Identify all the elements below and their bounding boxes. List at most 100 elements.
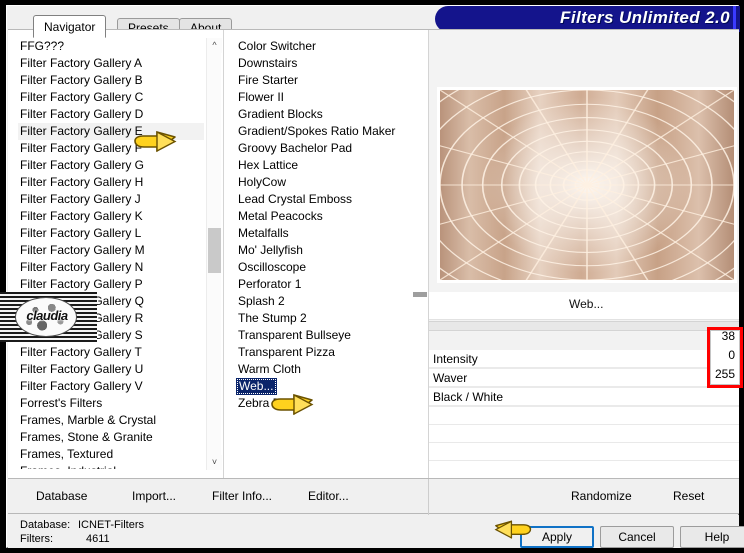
header-separator-bar: [429, 321, 739, 331]
list-item-label: Gradient Blocks: [238, 107, 323, 121]
parameter-value[interactable]: 0: [707, 346, 743, 365]
status-bar: Database: ICNET-Filters Filters: 4611 Ap…: [8, 515, 744, 548]
current-filter-name: Web...: [569, 297, 604, 311]
preview-frame: [437, 87, 737, 283]
list-item-label: Fire Starter: [238, 73, 299, 87]
list-item[interactable]: Filter Factory Gallery E: [18, 123, 204, 140]
list-item[interactable]: Frames, Textured: [18, 446, 204, 463]
import-button[interactable]: Import...: [132, 489, 176, 503]
status-database-key: Database:: [20, 519, 71, 531]
list-item[interactable]: Filter Factory Gallery L: [18, 225, 204, 242]
list-item[interactable]: Filter Factory Gallery P: [18, 276, 204, 293]
list-item[interactable]: Filter Factory Gallery J: [18, 191, 204, 208]
list-item[interactable]: Filter Factory Gallery D: [18, 106, 204, 123]
tab-navigator[interactable]: Navigator: [33, 15, 107, 38]
cancel-button[interactable]: Cancel: [600, 526, 674, 548]
list-item[interactable]: Perforator 1: [236, 276, 422, 293]
navigator-list[interactable]: FFG??? Filter Factory Gallery A Filter Fac…: [18, 38, 204, 470]
list-item[interactable]: Color Switcher: [236, 38, 422, 55]
reset-button-label: Reset: [673, 489, 705, 503]
list-item-label: Gradient/Spokes Ratio Maker: [238, 124, 396, 138]
scroll-down-icon[interactable]: ˅: [207, 455, 222, 470]
empty-slider-row: [429, 425, 739, 443]
tab-navigator-label: Navigator: [44, 20, 96, 34]
slider-label: Black / White: [433, 390, 504, 404]
list-item[interactable]: Frames, Stone & Granite: [18, 429, 204, 446]
empty-slider-row: [429, 461, 739, 479]
editor-button-label: Editor...: [308, 489, 349, 503]
list-item[interactable]: Filter Factory Gallery U: [18, 361, 204, 378]
apply-button-label: Apply: [541, 530, 573, 544]
list-item[interactable]: Filter Factory Gallery F: [18, 140, 204, 157]
current-filter-header: Web...: [429, 292, 739, 320]
help-button[interactable]: Help: [680, 526, 744, 548]
parameter-value-column: 38 0 255: [707, 327, 743, 388]
list-item[interactable]: Filter Factory Gallery A: [18, 55, 204, 72]
list-item[interactable]: Metal Peacocks: [236, 208, 422, 225]
list-item-label: Zebra Fan: [238, 396, 294, 410]
editor-button[interactable]: Editor...: [308, 489, 349, 503]
list-item[interactable]: Downstairs: [236, 55, 422, 72]
list-item[interactable]: Frames, Marble & Crystal: [18, 412, 204, 429]
cancel-button-label: Cancel: [618, 530, 656, 544]
list-item[interactable]: Gradient/Spokes Ratio Maker: [236, 123, 422, 140]
list-item[interactable]: Groovy Bachelor Pad: [236, 140, 422, 157]
list-item-label: Oscilloscope: [238, 260, 307, 274]
slider-row[interactable]: Waver: [429, 369, 739, 388]
list-item[interactable]: Filter Factory Gallery G: [18, 157, 204, 174]
list-item[interactable]: Filter Factory Gallery V: [18, 378, 204, 395]
list-item[interactable]: Zebra Fan: [236, 395, 422, 412]
panel-divider-left: [223, 30, 224, 479]
list-item[interactable]: Mo' Jellyfish: [236, 242, 422, 259]
list-item[interactable]: Filter Factory Gallery K: [18, 208, 204, 225]
filters-unlimited-window: Filters Unlimited 2.0 Navigator Presets …: [0, 0, 744, 553]
list-item[interactable]: Filter Factory Gallery N: [18, 259, 204, 276]
filter-list-scroll-nub[interactable]: [413, 292, 427, 297]
parameter-value[interactable]: 255: [707, 365, 743, 384]
list-item[interactable]: Transparent Pizza: [236, 344, 422, 361]
list-item[interactable]: Frames, Industrial: [18, 463, 204, 469]
list-item[interactable]: Forrest's Filters: [18, 395, 204, 412]
list-item[interactable]: Hex Lattice: [236, 157, 422, 174]
list-item[interactable]: Filter Factory Gallery B: [18, 72, 204, 89]
filter-list[interactable]: Color Switcher Downstairs Fire Starter Flow…: [236, 38, 422, 470]
scrollbar-thumb[interactable]: [208, 228, 221, 273]
list-item[interactable]: Transparent Bullseye: [236, 327, 422, 344]
list-item[interactable]: FFG???: [18, 38, 204, 55]
filter-preview-image[interactable]: [440, 90, 734, 280]
scroll-up-icon[interactable]: ^: [207, 38, 222, 53]
reset-button[interactable]: Reset: [673, 489, 704, 503]
list-item[interactable]: Lead Crystal Emboss: [236, 191, 422, 208]
parameter-value[interactable]: 38: [707, 327, 743, 346]
content-area: FFG??? Filter Factory Gallery A Filter Fac…: [0, 29, 739, 479]
list-item[interactable]: Fire Starter: [236, 72, 422, 89]
slider-row[interactable]: Intensity: [429, 350, 739, 369]
list-item[interactable]: Warm Cloth: [236, 361, 422, 378]
list-item[interactable]: Filter Factory Gallery M: [18, 242, 204, 259]
list-item[interactable]: Web...: [236, 378, 422, 395]
claudia-watermark: claudia: [0, 292, 97, 342]
list-item[interactable]: Splash 2: [236, 293, 422, 310]
web-pattern-svg: [440, 90, 734, 280]
slider-row[interactable]: Black / White: [429, 388, 739, 407]
navigator-scrollbar[interactable]: ^ ˅: [206, 38, 222, 470]
list-item[interactable]: HolyCow: [236, 174, 422, 191]
list-item[interactable]: Metalfalls: [236, 225, 422, 242]
status-filters-key: Filters:: [20, 533, 53, 545]
filter-info-button[interactable]: Filter Info...: [212, 489, 272, 503]
list-item[interactable]: Filter Factory Gallery C: [18, 89, 204, 106]
randomize-button[interactable]: Randomize: [571, 489, 632, 503]
list-item-label: Metalfalls: [238, 226, 289, 240]
list-item[interactable]: Oscilloscope: [236, 259, 422, 276]
list-item[interactable]: Filter Factory Gallery H: [18, 174, 204, 191]
list-item[interactable]: Flower II: [236, 89, 422, 106]
list-item[interactable]: The Stump 2: [236, 310, 422, 327]
list-item-label: Warm Cloth: [238, 362, 301, 376]
slider-label: Intensity: [433, 352, 478, 366]
apply-button[interactable]: Apply: [520, 526, 594, 548]
database-button[interactable]: Database: [36, 489, 87, 503]
list-item[interactable]: Filter Factory Gallery T: [18, 344, 204, 361]
list-item[interactable]: Gradient Blocks: [236, 106, 422, 123]
empty-slider-row: [429, 443, 739, 461]
list-item-label: Groovy Bachelor Pad: [238, 141, 353, 155]
